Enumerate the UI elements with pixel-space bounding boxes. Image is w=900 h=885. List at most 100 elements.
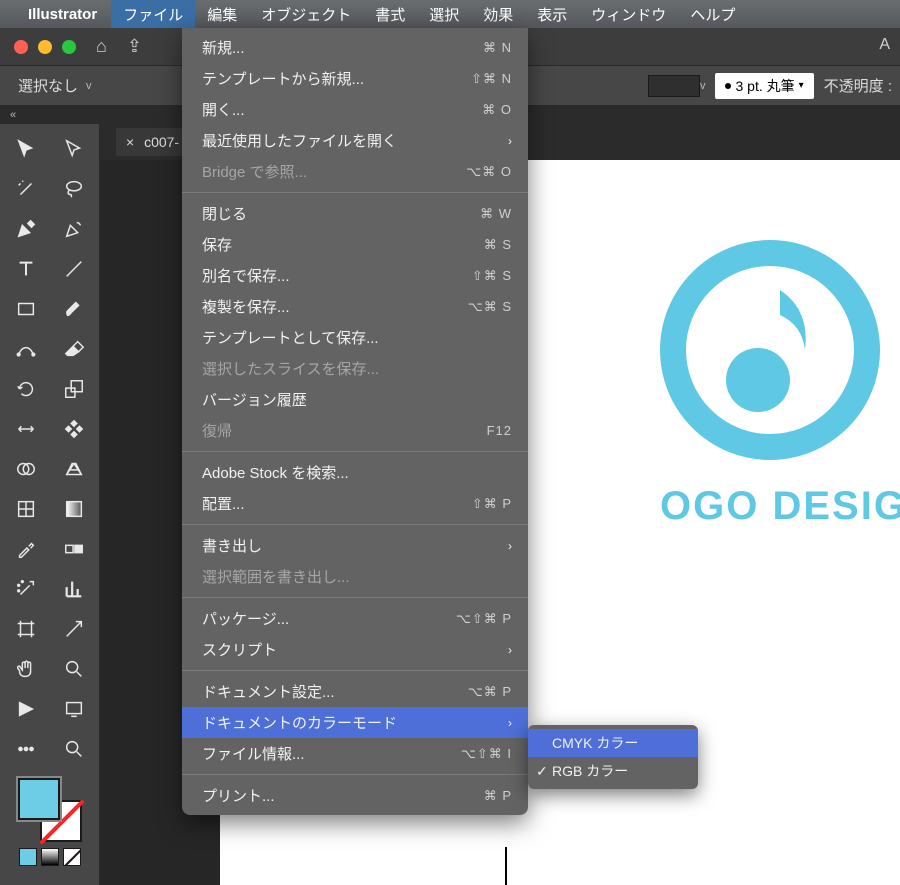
menu-object[interactable]: オブジェクト bbox=[249, 0, 363, 28]
line-tool[interactable] bbox=[54, 252, 94, 286]
selection-tool[interactable] bbox=[6, 132, 46, 166]
lasso-tool[interactable] bbox=[54, 172, 94, 206]
menu-shortcut: F12 bbox=[487, 423, 512, 438]
menu-item[interactable]: バージョン履歴 bbox=[182, 384, 528, 415]
selection-dropdown-icon[interactable]: v bbox=[86, 80, 92, 92]
submenu-item-label: RGB カラー bbox=[552, 761, 628, 781]
menu-item[interactable]: 新規... ⌘ N bbox=[182, 32, 528, 63]
document-tab[interactable]: × c007- bbox=[116, 128, 189, 156]
perspective-tool[interactable] bbox=[54, 452, 94, 486]
traffic-light-minimize[interactable] bbox=[38, 40, 52, 54]
eyedropper-tool[interactable] bbox=[6, 532, 46, 566]
menu-item[interactable]: Adobe Stock を検索... bbox=[182, 457, 528, 488]
home-icon[interactable]: ⌂ bbox=[96, 36, 107, 57]
mini-color-swatch[interactable] bbox=[19, 848, 37, 866]
menu-select[interactable]: 選択 bbox=[417, 0, 471, 28]
menu-item[interactable]: 書き出し› bbox=[182, 530, 528, 561]
menu-help[interactable]: ヘルプ bbox=[678, 0, 747, 28]
menu-separator bbox=[182, 597, 528, 598]
submenu-arrow-icon: › bbox=[508, 643, 512, 657]
menu-separator bbox=[182, 192, 528, 193]
brush-dot-icon bbox=[725, 83, 731, 89]
stroke-weight-value: 3 pt. 丸筆 bbox=[735, 76, 794, 96]
logo-artwork: OGO DESIGN bbox=[660, 240, 900, 529]
menu-edit[interactable]: 編集 bbox=[195, 0, 249, 28]
fill-stroke-swatches[interactable] bbox=[18, 778, 82, 842]
opacity-label: 不透明度 : bbox=[824, 75, 892, 96]
symbol-sprayer-tool[interactable] bbox=[6, 572, 46, 606]
shape-builder-tool[interactable] bbox=[6, 452, 46, 486]
share-icon[interactable]: ⇪ bbox=[127, 36, 142, 57]
menu-item[interactable]: テンプレートから新規... ⇧⌘ N bbox=[182, 63, 528, 94]
stroke-swatch-chevron-icon[interactable]: v bbox=[700, 80, 706, 92]
menu-item[interactable]: 閉じる⌘ W bbox=[182, 198, 528, 229]
traffic-light-close[interactable] bbox=[14, 40, 28, 54]
file-menu-dropdown: 新規...⌘ Nテンプレートから新規...⇧⌘ N開く...⌘ O最近使用したフ… bbox=[182, 28, 528, 815]
zoom-tool[interactable] bbox=[54, 652, 94, 686]
menu-shortcut: ⌥⇧⌘ P bbox=[456, 611, 512, 627]
menu-item[interactable]: 配置...⇧⌘ P bbox=[182, 488, 528, 519]
menu-shortcut: ⇧⌘ N bbox=[471, 71, 512, 87]
menu-item[interactable]: ドキュメントのカラーモード› bbox=[182, 707, 528, 738]
mesh-tool[interactable] bbox=[6, 492, 46, 526]
direct-selection-tool[interactable] bbox=[54, 132, 94, 166]
tab-close-icon[interactable]: × bbox=[126, 134, 134, 150]
pen-tool[interactable] bbox=[6, 212, 46, 246]
rotate-tool[interactable] bbox=[6, 372, 46, 406]
type-tool[interactable] bbox=[6, 252, 46, 286]
blend-tool[interactable] bbox=[54, 532, 94, 566]
stroke-color-swatch[interactable] bbox=[648, 75, 700, 97]
menu-item[interactable]: 開く...⌘ O bbox=[182, 94, 528, 125]
menu-window[interactable]: ウィンドウ bbox=[579, 0, 678, 28]
menu-item[interactable]: 別名で保存...⇧⌘ S bbox=[182, 260, 528, 291]
scale-tool[interactable] bbox=[54, 372, 94, 406]
color-mode-swatches[interactable] bbox=[19, 848, 81, 866]
width-tool[interactable] bbox=[6, 412, 46, 446]
menu-item[interactable]: ドキュメント設定...⌥⌘ P bbox=[182, 676, 528, 707]
menu-separator bbox=[182, 774, 528, 775]
edit-toolbar-tool[interactable] bbox=[6, 732, 46, 766]
curvature-tool[interactable] bbox=[54, 212, 94, 246]
gradient-tool[interactable] bbox=[54, 492, 94, 526]
menu-item[interactable]: パッケージ...⌥⇧⌘ P bbox=[182, 603, 528, 634]
menu-item[interactable]: 保存⌘ S bbox=[182, 229, 528, 260]
menu-item-label: 開く... bbox=[202, 99, 245, 120]
column-graph-tool[interactable] bbox=[54, 572, 94, 606]
menu-shortcut: ⌘ N bbox=[483, 40, 512, 56]
search-tool[interactable] bbox=[54, 732, 94, 766]
paintbrush-tool[interactable] bbox=[54, 292, 94, 326]
menu-item[interactable]: プリント...⌘ P bbox=[182, 780, 528, 811]
menu-item[interactable]: スクリプト› bbox=[182, 634, 528, 665]
menu-item-label: 新規... bbox=[202, 37, 245, 58]
menu-item-label: 最近使用したファイルを開く bbox=[202, 130, 397, 151]
menu-item[interactable]: テンプレートとして保存... bbox=[182, 322, 528, 353]
mini-gradient-swatch[interactable] bbox=[41, 848, 59, 866]
slice-tool[interactable] bbox=[54, 612, 94, 646]
free-transform-tool[interactable] bbox=[54, 412, 94, 446]
artboard-tool[interactable] bbox=[6, 612, 46, 646]
hand-tool[interactable] bbox=[6, 652, 46, 686]
menu-effect[interactable]: 効果 bbox=[471, 0, 525, 28]
menu-item[interactable]: 複製を保存...⌥⌘ S bbox=[182, 291, 528, 322]
menu-item-label: テンプレートから新規... bbox=[202, 68, 364, 89]
menu-view[interactable]: 表示 bbox=[525, 0, 579, 28]
menu-shortcut: ⌘ W bbox=[480, 206, 512, 222]
mini-none-swatch[interactable] bbox=[63, 848, 81, 866]
shaper-tool[interactable] bbox=[6, 332, 46, 366]
stroke-weight-select[interactable]: 3 pt. 丸筆 ▾ bbox=[715, 73, 813, 99]
rectangle-tool[interactable] bbox=[6, 292, 46, 326]
menu-type[interactable]: 書式 bbox=[363, 0, 417, 28]
menu-file[interactable]: ファイル bbox=[111, 0, 195, 28]
cloud-doc-indicator: A bbox=[879, 36, 890, 54]
fill-swatch[interactable] bbox=[18, 778, 60, 820]
submenu-item[interactable]: CMYK カラー bbox=[528, 729, 698, 757]
traffic-light-zoom[interactable] bbox=[62, 40, 76, 54]
menu-item[interactable]: 最近使用したファイルを開く› bbox=[182, 125, 528, 156]
submenu-item[interactable]: ✓RGB カラー bbox=[528, 757, 698, 785]
menu-item: 選択範囲を書き出し... bbox=[182, 561, 528, 592]
menu-item[interactable]: ファイル情報...⌥⇧⌘ I bbox=[182, 738, 528, 769]
toggle-screen-tool[interactable] bbox=[54, 692, 94, 726]
toggle-fill-tool[interactable] bbox=[6, 692, 46, 726]
magic-wand-tool[interactable] bbox=[6, 172, 46, 206]
eraser-tool[interactable] bbox=[54, 332, 94, 366]
